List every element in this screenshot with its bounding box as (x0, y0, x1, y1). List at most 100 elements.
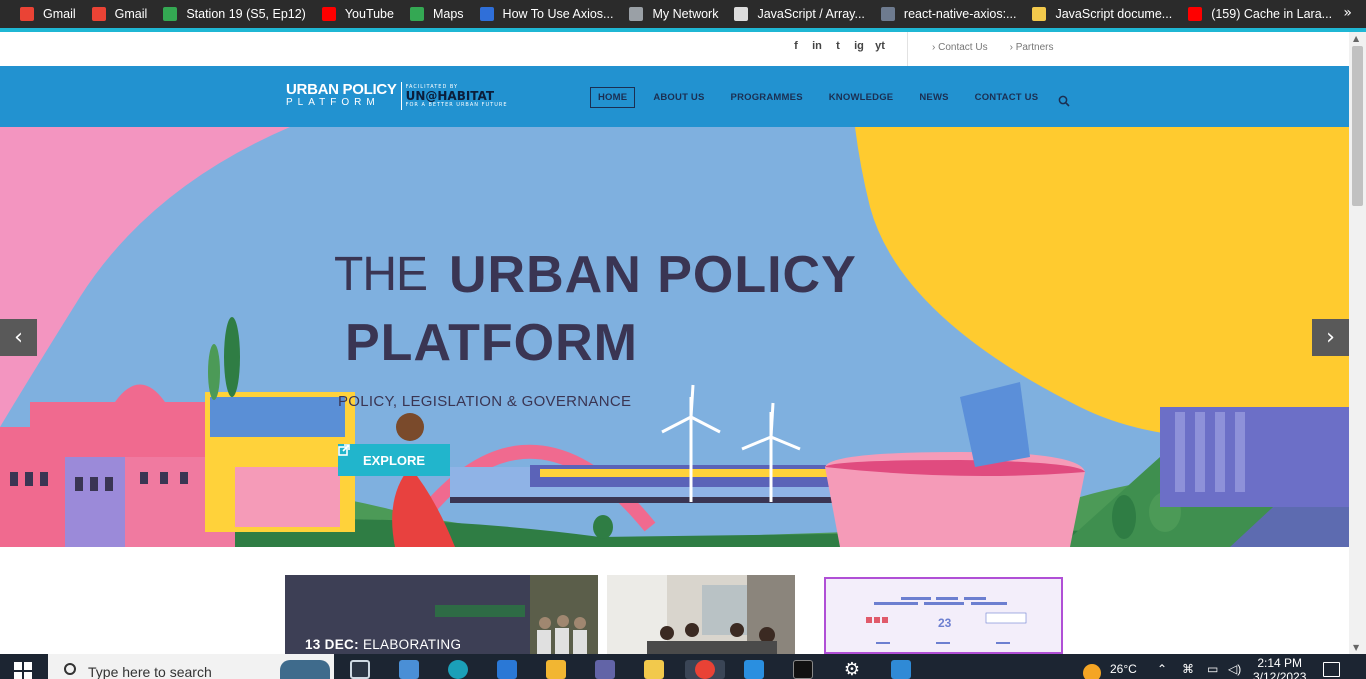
bookmark-label: (159) Cache in Lara... (1211, 7, 1333, 21)
page-scrollbar[interactable]: ▲ ▼ (1349, 32, 1366, 654)
bookmark-item[interactable]: JavaScript / Array... (726, 3, 872, 25)
youtube-icon[interactable]: yt (875, 40, 885, 52)
search-highlight-icon (280, 660, 330, 679)
chrome-icon[interactable] (695, 660, 715, 679)
js-doc-icon (1032, 7, 1047, 21)
twitter-icon[interactable]: t (833, 40, 843, 52)
bookmark-label: react-native-axios:... (903, 7, 1017, 21)
news-card-1[interactable]: 13 DEC: ELABORATING (285, 575, 598, 654)
facebook-icon[interactable]: f (791, 40, 801, 52)
hero-subtitle: POLICY, LEGISLATION & GOVERNANCE (338, 393, 632, 410)
bookmark-item[interactable]: Gmail (84, 3, 156, 25)
nav-item-knowledge[interactable]: KNOWLEDGE (821, 87, 902, 108)
windows-start-icon[interactable] (14, 662, 32, 679)
edge-icon[interactable] (448, 660, 468, 679)
news-card-3[interactable]: 23 (824, 577, 1063, 654)
scrollbar-thumb[interactable] (1352, 46, 1363, 206)
hero-title-line1: URBAN POLICY (449, 246, 857, 304)
hero-title-prefix: THE (334, 248, 428, 301)
network-icon[interactable]: ⌘ (1182, 662, 1194, 676)
bookmark-label: Station 19 (S5, Ep12) (186, 7, 306, 21)
volume-icon[interactable]: ◁) (1228, 662, 1241, 676)
bookmark-item[interactable]: Station 19 (S5, Ep12) (155, 3, 314, 25)
logo-org: FACILITATED BY UN@HABITAT FOR A BETTER U… (406, 84, 508, 108)
microsoft-store-icon[interactable] (399, 660, 419, 679)
bookmark-item[interactable]: How To Use Axios... (472, 3, 622, 25)
bookmark-label: YouTube (344, 7, 394, 21)
partners-link-label: Partners (1015, 42, 1054, 53)
partners-link[interactable]: › Partners (1010, 42, 1054, 53)
nav-item-about-us[interactable]: ABOUT US (645, 87, 712, 108)
weather-icon[interactable] (1083, 664, 1101, 679)
search-page-icon (734, 7, 749, 21)
search-icon[interactable] (1058, 92, 1070, 107)
topbar-divider (907, 32, 908, 66)
search-icon (64, 663, 76, 675)
youtube-icon (1188, 7, 1203, 21)
task-view-icon[interactable] (350, 660, 370, 679)
bookmark-label: Gmail (43, 7, 76, 21)
nav-item-news[interactable]: NEWS (911, 87, 956, 108)
bookmark-item[interactable]: Maps (402, 3, 472, 25)
gmail-icon (20, 7, 34, 21)
main-nav: URBAN POLICY PLATFORM FACILITATED BY UN@… (0, 66, 1349, 127)
top-links: › Contact Us › Partners (932, 42, 1053, 53)
site-logo[interactable]: URBAN POLICY PLATFORM FACILITATED BY UN@… (286, 82, 508, 110)
vscode-icon[interactable] (744, 660, 764, 679)
mail-icon[interactable] (497, 660, 517, 679)
file-icon[interactable] (644, 660, 664, 679)
taskbar-search-placeholder: Type here to search (88, 664, 212, 679)
hero-illustration (0, 127, 1349, 547)
axios-icon (479, 7, 494, 21)
scroll-down-icon[interactable]: ▼ (1353, 643, 1359, 652)
bookmark-label: JavaScript / Array... (757, 7, 865, 21)
news-card-1-title: 13 DEC: ELABORATING (305, 637, 461, 652)
photos-icon[interactable] (891, 660, 911, 679)
explore-button[interactable]: EXPLORE (338, 444, 450, 476)
taskbar-clock[interactable]: 2:14 PM 3/12/2023 (1253, 656, 1306, 679)
svg-text:23: 23 (938, 616, 952, 630)
external-link-icon (338, 444, 350, 456)
tray-chevron-icon[interactable]: ⌃ (1157, 662, 1167, 676)
slider-prev-button[interactable]: ‹ (0, 319, 37, 356)
linkedin-icon[interactable]: in (812, 40, 822, 52)
bookmarks-bar: Gmail Gmail Station 19 (S5, Ep12) YouTube Ma… (0, 0, 1366, 28)
notifications-icon[interactable] (1323, 662, 1340, 677)
hero-title-line2: PLATFORM (345, 314, 638, 372)
settings-icon[interactable]: ⚙ (842, 660, 862, 679)
news-card-3-image: 23 (826, 579, 1061, 652)
battery-icon[interactable]: ▭ (1207, 662, 1218, 676)
logo-org-name: UN@HABITAT (405, 89, 495, 103)
contact-us-link-label: Contact Us (938, 42, 988, 53)
contact-us-link[interactable]: › Contact Us (932, 42, 988, 53)
scroll-up-icon[interactable]: ▲ (1353, 34, 1359, 43)
bookmark-item[interactable]: YouTube (314, 3, 402, 25)
bookmark-item[interactable]: My Network (621, 3, 726, 25)
nav-menu: HOME ABOUT US PROGRAMMES KNOWLEDGE NEWS … (590, 87, 1070, 108)
file-explorer-icon[interactable] (546, 660, 566, 679)
clock-time: 2:14 PM (1257, 656, 1303, 670)
nav-item-programmes[interactable]: PROGRAMMES (723, 87, 811, 108)
bookmark-item[interactable]: JavaScript docume... (1024, 3, 1180, 25)
bookmark-item[interactable]: react-native-axios:... (873, 3, 1025, 25)
explore-button-label: EXPLORE (362, 452, 426, 468)
bookmark-item[interactable]: Gmail (12, 3, 84, 25)
nav-item-home[interactable]: HOME (590, 87, 636, 108)
bookmarks-overflow-button[interactable]: » (1343, 5, 1352, 21)
slider-next-button[interactable]: › (1312, 319, 1349, 356)
logo-tagline: FOR A BETTER URBAN FUTURE (405, 102, 508, 108)
nav-item-contact-us[interactable]: CONTACT US (967, 87, 1047, 108)
terminal-icon[interactable] (793, 660, 813, 679)
logo-separator (400, 82, 402, 110)
bookmark-label: My Network (652, 7, 719, 21)
bookmark-label: JavaScript docume... (1055, 7, 1173, 21)
play-icon (163, 7, 178, 21)
weather-temperature[interactable]: 26°C (1110, 662, 1137, 676)
teams-icon[interactable] (595, 660, 615, 679)
bookmark-label: Maps (432, 7, 464, 21)
bookmark-label: How To Use Axios... (502, 7, 614, 21)
news-card-2[interactable] (607, 575, 795, 654)
instagram-icon[interactable]: ig (854, 40, 864, 52)
news-card-1-date: 13 DEC: (305, 637, 359, 652)
bookmark-item[interactable]: (159) Cache in Lara... (1180, 3, 1340, 25)
